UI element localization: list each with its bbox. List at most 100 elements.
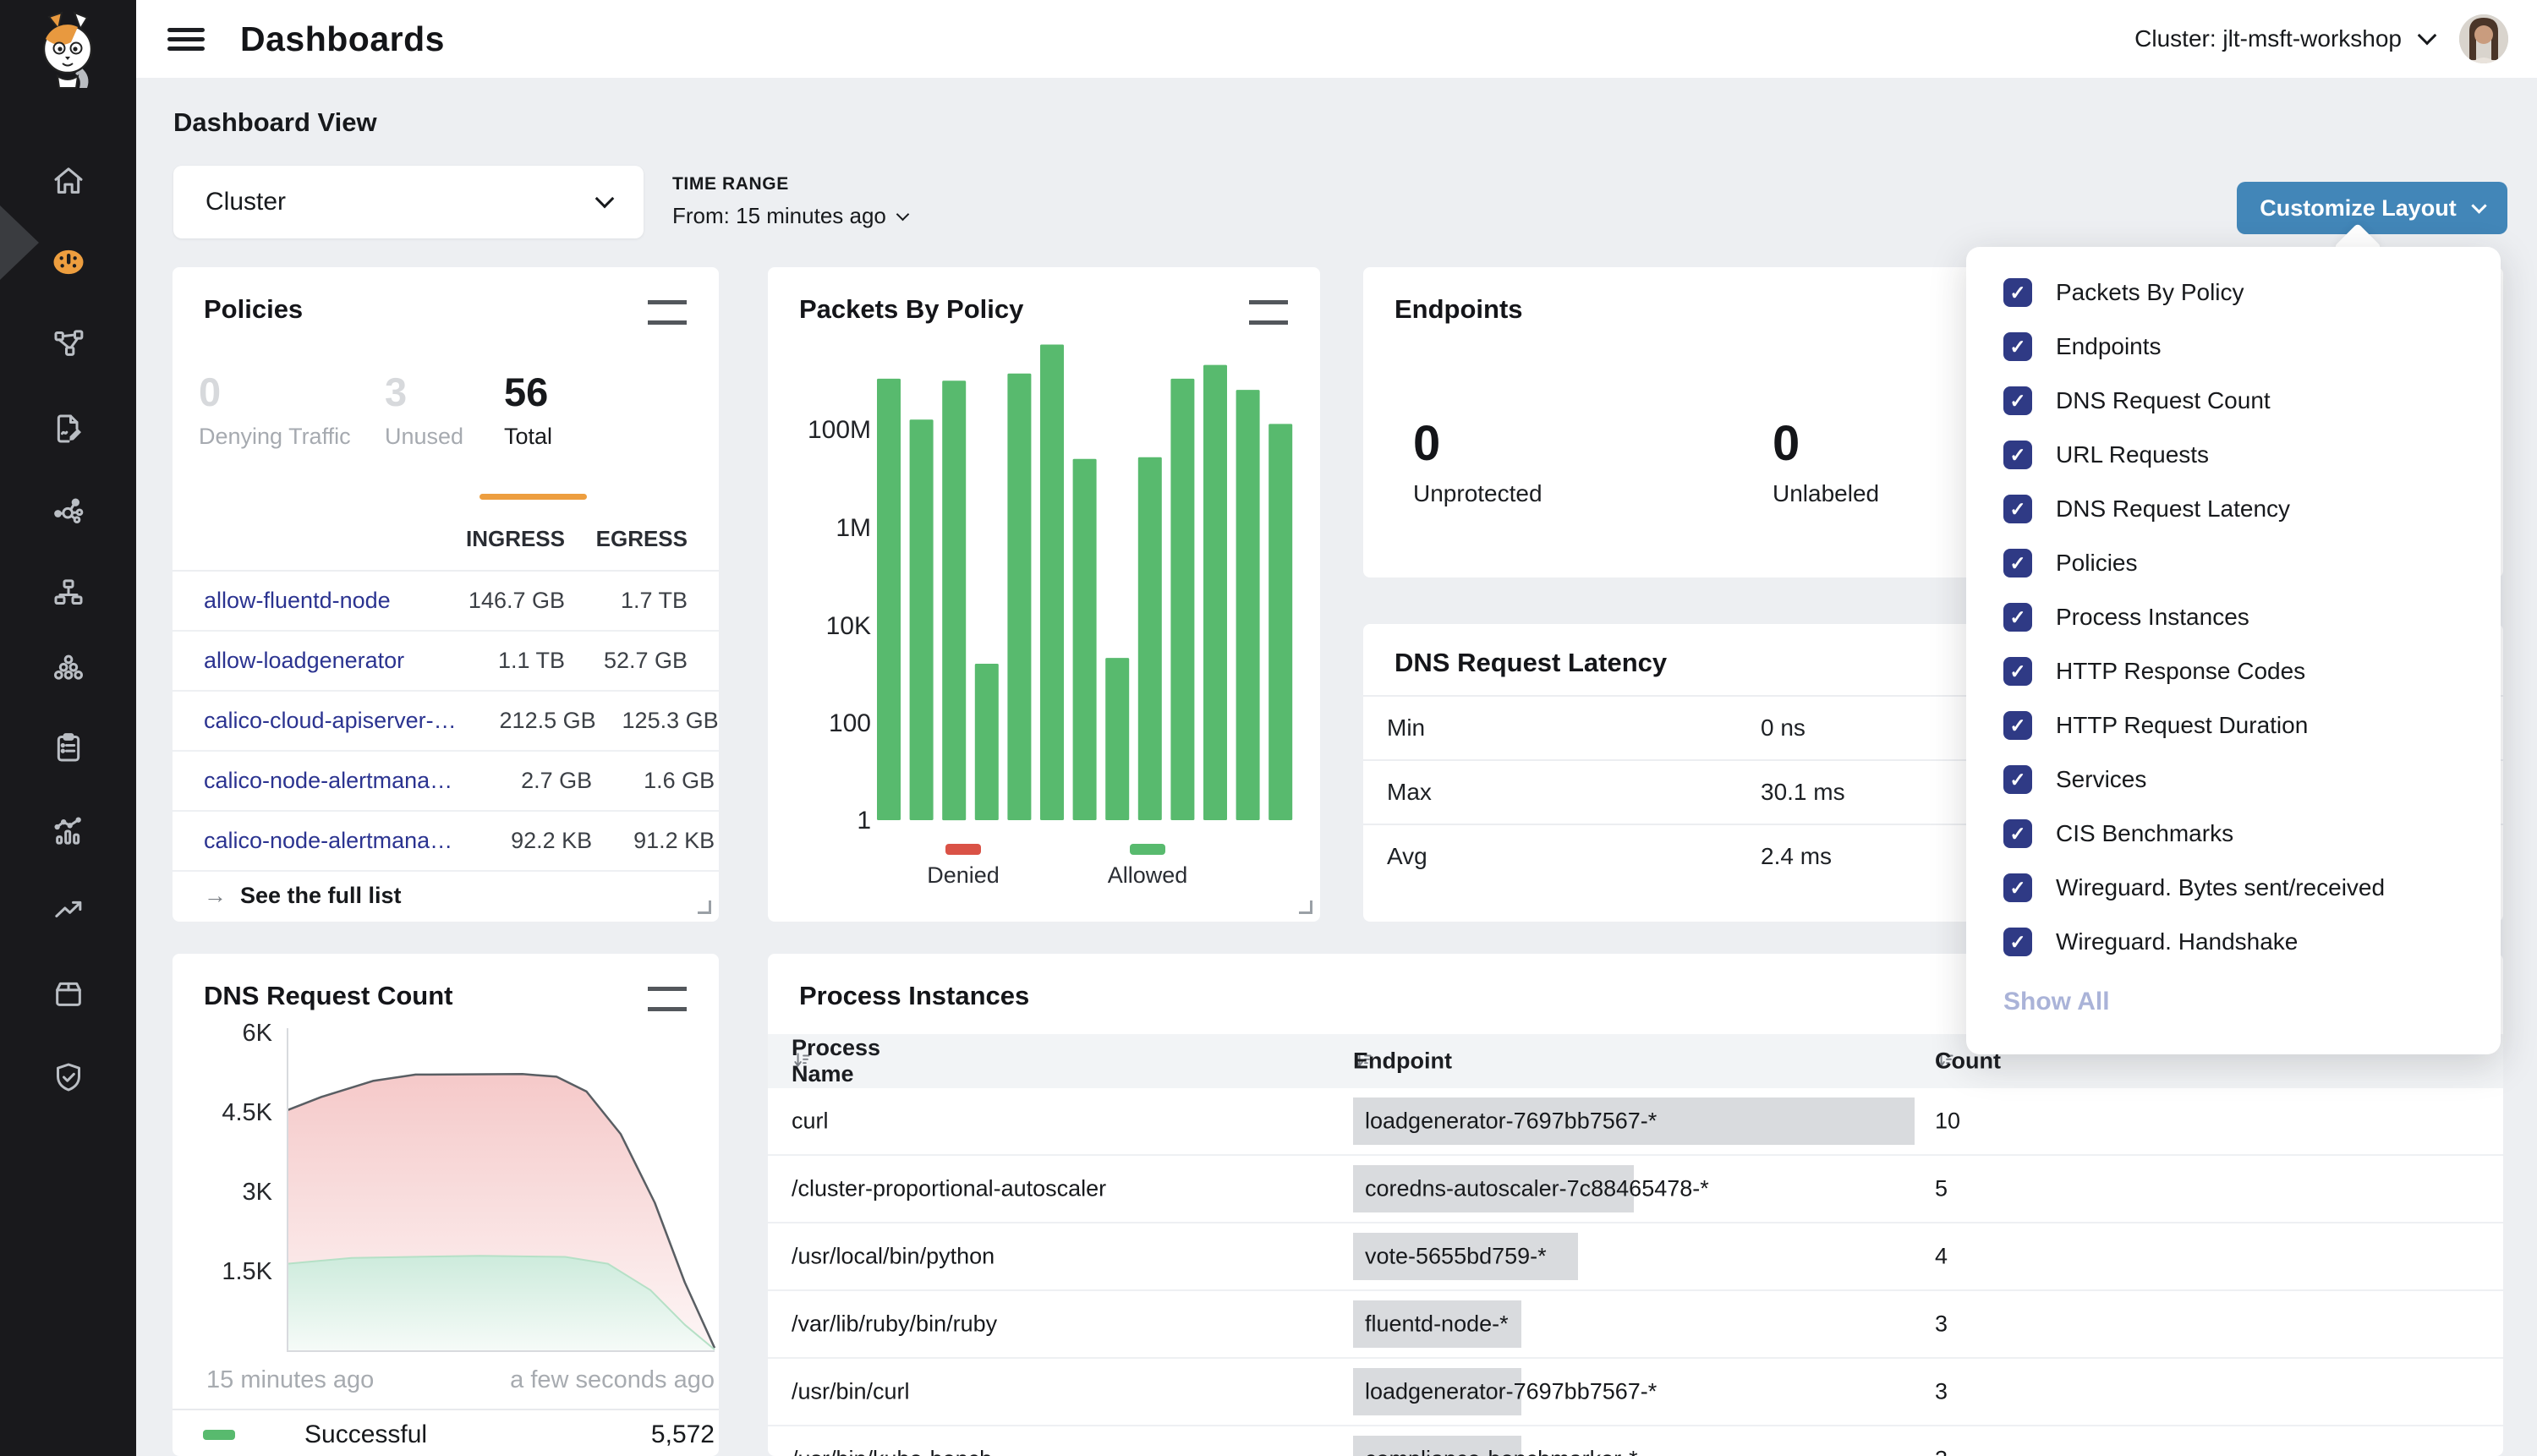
menu-item-http-response-codes[interactable]: ✓HTTP Response Codes [1966, 644, 2501, 698]
sidebar-item-images[interactable] [52, 977, 85, 1010]
resize-handle[interactable] [1299, 900, 1312, 914]
drag-handle-icon[interactable] [1249, 300, 1288, 325]
policies-stat-denying[interactable]: 0 Denying Traffic [199, 372, 351, 450]
avatar-photo [2459, 14, 2508, 63]
menu-item-services[interactable]: ✓Services [1966, 753, 2501, 807]
policy-link[interactable]: allow-loadgenerator [204, 648, 425, 674]
dns-latency-card-title: DNS Request Latency [1395, 648, 1667, 678]
checkbox-checked-icon[interactable]: ✓ [2003, 603, 2032, 632]
count-value: 4 [1935, 1244, 1948, 1270]
checkbox-checked-icon[interactable]: ✓ [2003, 819, 2032, 848]
policies-card: Policies 0 Denying Traffic 3 Unused 56 T… [173, 267, 719, 922]
checkbox-checked-icon[interactable]: ✓ [2003, 765, 2032, 794]
checkbox-checked-icon[interactable]: ✓ [2003, 441, 2032, 469]
latency-value: 0 ns [1761, 714, 1805, 742]
checkbox-checked-icon[interactable]: ✓ [2003, 278, 2032, 307]
cluster-selector[interactable]: Cluster: jlt-msft-workshop [2134, 25, 2434, 52]
table-row: /usr/bin/curl loadgenerator-7697bb7567-*… [768, 1359, 2503, 1426]
legend-successful-swatch [203, 1430, 235, 1440]
egress-value: 91.2 KB [592, 828, 715, 854]
time-range-value: From: 15 minutes ago [672, 203, 886, 229]
y-tick: 10K [768, 612, 871, 641]
see-full-list-link[interactable]: See the full list [240, 883, 402, 909]
resize-handle[interactable] [698, 900, 711, 914]
menu-item-cis-benchmarks[interactable]: ✓CIS Benchmarks [1966, 807, 2501, 861]
user-avatar[interactable] [2459, 14, 2508, 63]
checkbox-checked-icon[interactable]: ✓ [2003, 495, 2032, 523]
sidebar-item-network-policies[interactable] [52, 326, 85, 360]
legend-denied-label: Denied [900, 862, 1027, 889]
sidebar-item-trends[interactable] [52, 893, 85, 927]
policy-link[interactable]: allow-fluentd-node [204, 588, 425, 614]
endpoint-cell: compliance-benchmarker-* [1353, 1436, 1962, 1456]
menu-item-policies[interactable]: ✓Policies [1966, 536, 2501, 590]
col-egress[interactable]: EGRESS [565, 526, 688, 552]
checkbox-checked-icon[interactable]: ✓ [2003, 657, 2032, 686]
menu-item-process-instances[interactable]: ✓Process Instances [1966, 590, 2501, 644]
drag-handle-icon[interactable] [648, 300, 687, 325]
table-row: allow-fluentd-node 146.7 GB 1.7 TB [173, 572, 719, 632]
dashboard-page: Dashboards Cluster: jlt-msft-workshop Da… [0, 0, 2537, 1456]
stat-value: 56 [504, 372, 552, 412]
time-range-control[interactable]: TIME RANGE From: 15 minutes ago [672, 174, 907, 229]
chevron-down-icon [2471, 198, 2486, 213]
checkbox-checked-icon[interactable]: ✓ [2003, 332, 2032, 361]
y-tick: 4.5K [196, 1099, 272, 1127]
checkbox-checked-icon[interactable]: ✓ [2003, 549, 2032, 577]
chevron-down-icon [2418, 26, 2437, 46]
checkbox-checked-icon[interactable]: ✓ [2003, 386, 2032, 415]
checkbox-checked-icon[interactable]: ✓ [2003, 711, 2032, 740]
sidebar-item-dashboards-active[interactable] [52, 245, 85, 279]
policy-link[interactable]: calico-node-alertmana… [204, 828, 452, 854]
menu-item-dns-request-latency[interactable]: ✓DNS Request Latency [1966, 482, 2501, 536]
col-endpoint[interactable]: Endpoint [1353, 1050, 1375, 1072]
stat-value: 0 [1413, 419, 1542, 468]
legend-allowed-label: Allowed [1084, 862, 1211, 889]
policy-link[interactable]: calico-node-alertmana… [204, 768, 452, 794]
sidebar-item-compliance[interactable] [52, 731, 85, 764]
sidebar-item-workloads[interactable] [52, 651, 85, 685]
process-name: curl [792, 1108, 829, 1135]
stat-label: Unprotected [1413, 480, 1542, 507]
sidebar-item-threat-defense[interactable] [52, 1060, 85, 1094]
legend-successful-value: 5,572 [651, 1420, 715, 1449]
menu-toggle-button[interactable] [167, 23, 205, 56]
checkbox-checked-icon[interactable]: ✓ [2003, 873, 2032, 902]
menu-item-packets-by-policy[interactable]: ✓Packets By Policy [1966, 265, 2501, 320]
x-label-right: a few seconds ago [426, 1366, 715, 1394]
customize-layout-button[interactable]: Customize Layout [2237, 182, 2507, 234]
sidebar-item-home[interactable] [52, 164, 85, 198]
endpoint-value: vote-5655bd759-* [1365, 1244, 1547, 1270]
policies-stat-total[interactable]: 56 Total [504, 372, 552, 450]
col-ingress[interactable]: INGRESS [425, 526, 565, 552]
drag-handle-icon[interactable] [648, 987, 687, 1011]
col-count[interactable]: Count [1935, 1050, 1957, 1072]
dashboard-view-select[interactable]: Cluster [173, 166, 644, 238]
checkbox-checked-icon[interactable]: ✓ [2003, 928, 2032, 956]
y-tick: 1.5K [196, 1258, 272, 1286]
menu-item-wireguard-handshake[interactable]: ✓Wireguard. Handshake [1966, 915, 2501, 969]
sidebar-item-service-graph[interactable] [52, 495, 85, 528]
home-icon [52, 164, 85, 198]
ingress-value: 1.1 TB [425, 648, 565, 674]
sidebar-item-activity[interactable] [52, 814, 85, 848]
menu-item-url-requests[interactable]: ✓URL Requests [1966, 428, 2501, 482]
policies-table-header: INGRESS EGRESS [173, 507, 719, 572]
active-nav-notch [0, 205, 39, 280]
col-process-name[interactable]: Process Name [792, 1050, 814, 1072]
menu-item-endpoints[interactable]: ✓Endpoints [1966, 320, 2501, 374]
ingress-value: 212.5 GB [457, 708, 596, 734]
sidebar-item-reports[interactable] [52, 412, 85, 446]
y-tick: 1M [768, 514, 871, 543]
menu-item-http-request-duration[interactable]: ✓HTTP Request Duration [1966, 698, 2501, 753]
policies-stat-unused[interactable]: 3 Unused [385, 372, 463, 450]
sidebar [0, 0, 136, 1456]
sidebar-item-nodes[interactable] [52, 576, 85, 610]
menu-item-dns-request-count[interactable]: ✓DNS Request Count [1966, 374, 2501, 428]
stat-label: Total [504, 424, 552, 450]
show-all-link[interactable]: Show All [2003, 988, 2501, 1016]
policy-link[interactable]: calico-cloud-apiserver-… [204, 708, 457, 734]
dns-legend-row[interactable]: Successful 5,572 [203, 1420, 715, 1449]
menu-item-wireguard-bytes[interactable]: ✓Wireguard. Bytes sent/received [1966, 861, 2501, 915]
endpoints-card-title: Endpoints [1395, 294, 1523, 325]
